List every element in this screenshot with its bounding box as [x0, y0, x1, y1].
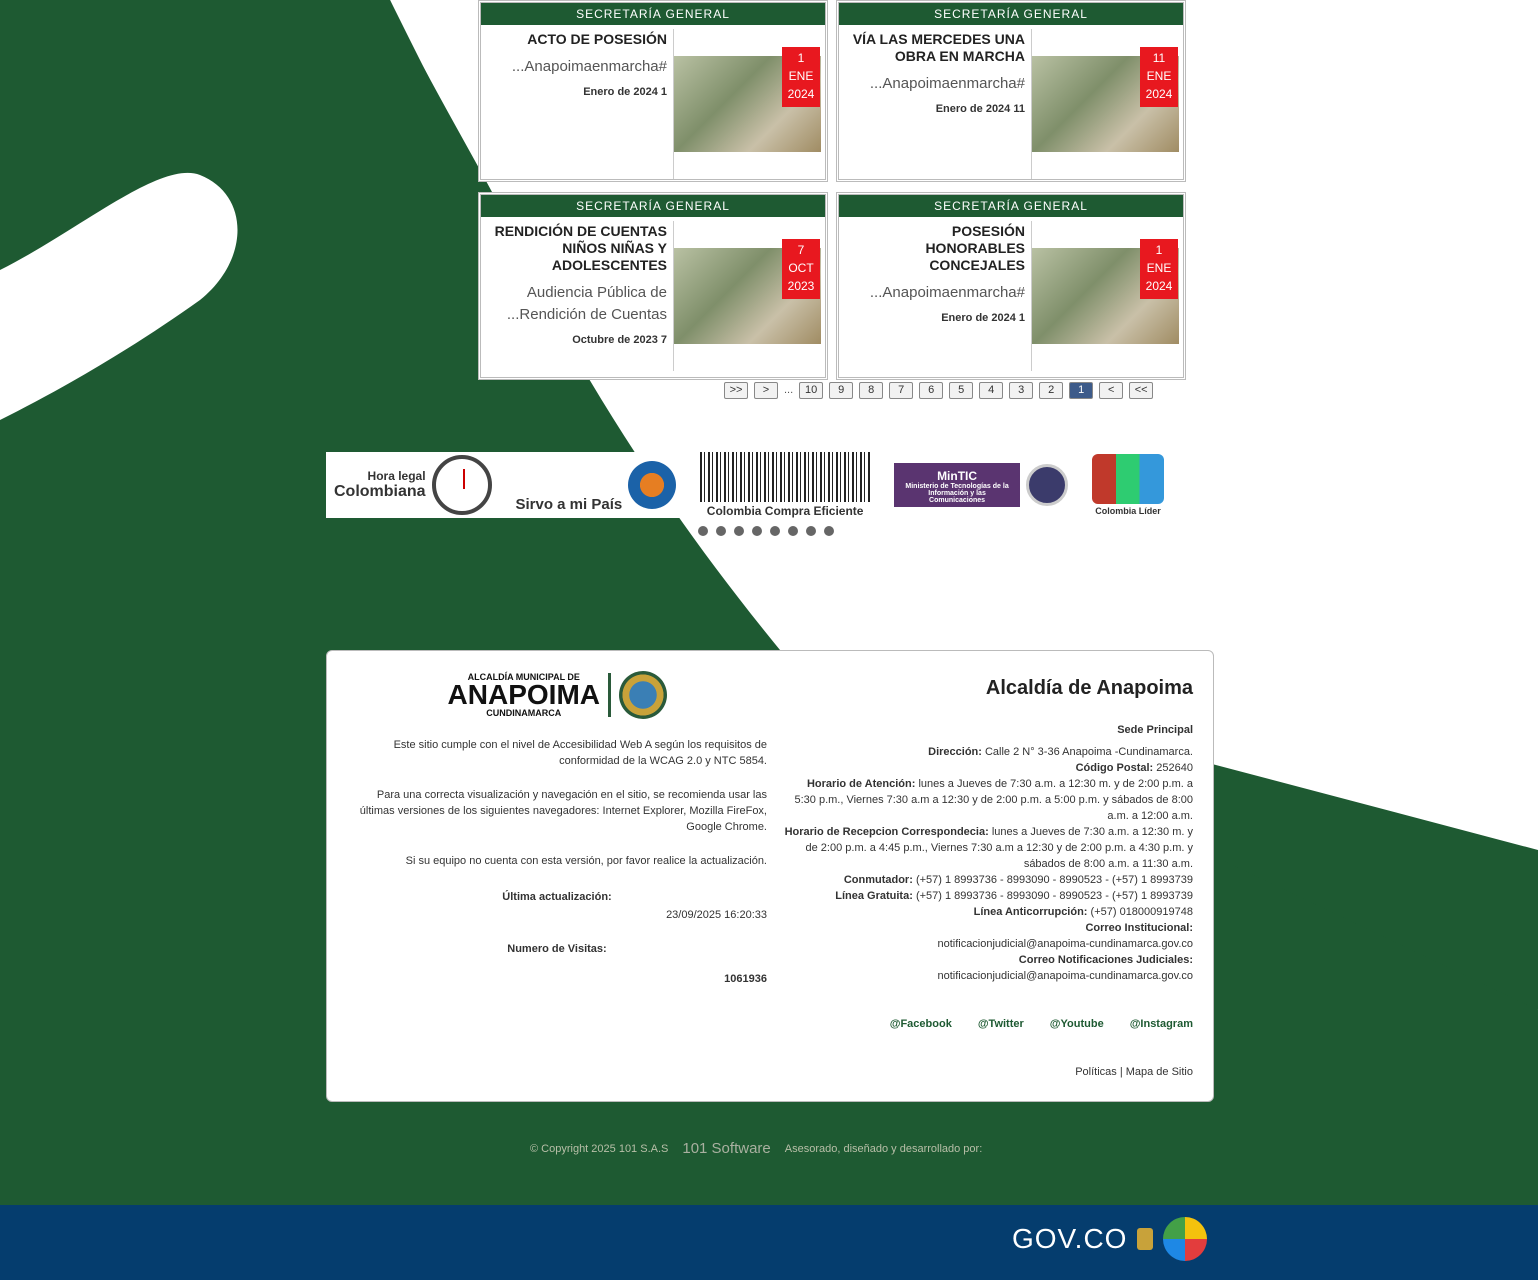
update-text: Si su equipo no cuenta con esta versión,…	[405, 855, 767, 867]
news-card[interactable]: SECRETARÍA GENERAL VÍA LAS MERCEDES UNA …	[836, 0, 1186, 182]
pagination: >> > ... 10 9 8 7 6 5 4 3 2 1 < <<	[724, 382, 1154, 399]
carousel-dots	[698, 526, 834, 536]
policy-links[interactable]: Políticas | Mapa de Sitio	[783, 1066, 1193, 1078]
footer-contact: Alcaldía de Anapoima Sede Principal Dire…	[783, 677, 1193, 1078]
mintic-logo[interactable]: MinTIC Ministerio de Tecnologías de la I…	[894, 463, 1069, 507]
card-category: SECRETARÍA GENERAL	[839, 195, 1183, 217]
visits-label: Numero de Visitas:	[507, 943, 607, 955]
page-prev-button[interactable]: <	[1099, 382, 1124, 399]
card-date: 1 Enero de 2024	[941, 312, 1025, 324]
shield-icon	[1137, 1228, 1154, 1250]
barcode-icon	[700, 452, 871, 502]
hora-legal-logo[interactable]: Hora legal Colombiana	[334, 455, 492, 515]
card-photo[interactable]: 1 ENE 2024	[673, 29, 821, 179]
page-button[interactable]: 7	[889, 382, 914, 399]
mintic-box: MinTIC Ministerio de Tecnologías de la I…	[894, 463, 1021, 507]
page-button[interactable]: 2	[1039, 382, 1064, 399]
carousel-dot[interactable]	[788, 526, 798, 536]
social-links: @Facebook @Twitter @Youtube @Instagram	[783, 1018, 1193, 1030]
gov-logo[interactable]: GOV.CO	[1012, 1217, 1208, 1261]
news-card[interactable]: SECRETARÍA GENERAL ACTO DE POSESIÓN #Ana…	[478, 0, 828, 182]
page-button-current[interactable]: 1	[1069, 382, 1094, 399]
page-button[interactable]: 6	[919, 382, 944, 399]
footer-title: Alcaldía de Anapoima	[985, 677, 1193, 699]
page-last-button[interactable]: >>	[724, 382, 748, 399]
crest-icon	[1026, 464, 1069, 506]
card-category: SECRETARÍA GENERAL	[481, 3, 825, 25]
credits: © Copyright 2025 101 S.A.S 101 Software …	[530, 1140, 983, 1157]
page-button[interactable]: 8	[859, 382, 884, 399]
news-card[interactable]: SECRETARÍA GENERAL RENDICIÓN DE CUENTAS …	[478, 192, 828, 380]
partner-logos: Hora legal Colombiana Sirvo a mi País Co…	[326, 452, 1172, 518]
page-button[interactable]: 3	[1009, 382, 1034, 399]
page-button[interactable]: 5	[949, 382, 974, 399]
page-first-button[interactable]: <<	[1129, 382, 1154, 399]
carousel-dot[interactable]	[770, 526, 780, 536]
footer-info: ALCALDÍA MUNICIPAL DE ANAPOIMA CUNDINAMA…	[347, 671, 767, 985]
visits-value: 1061936	[724, 973, 767, 985]
card-excerpt: #Anapoimaenmarcha...	[511, 58, 667, 75]
footer: Alcaldía de Anapoima Sede Principal Dire…	[326, 650, 1214, 1102]
carousel-dot[interactable]	[752, 526, 762, 536]
anapoima-logo: ALCALDÍA MUNICIPAL DE ANAPOIMA CUNDINAMA…	[347, 671, 767, 719]
card-date: 7 Octubre de 2023	[572, 334, 667, 346]
card-photo[interactable]: 11 ENE 2024	[1031, 29, 1179, 179]
kids-icon	[1091, 454, 1164, 504]
card-photo[interactable]: 7 OCT 2023	[673, 221, 821, 371]
carousel-dot[interactable]	[716, 526, 726, 536]
people-icon	[628, 461, 677, 509]
date-badge: 7 OCT 2023	[782, 239, 820, 299]
card-excerpt: Audiencia Pública de Rendición de Cuenta…	[506, 284, 667, 323]
co-icon	[1163, 1217, 1208, 1261]
seal-icon	[619, 671, 667, 719]
card-date: 11 Enero de 2024	[935, 103, 1025, 115]
sirvo-logo[interactable]: Sirvo a mi País	[515, 458, 677, 513]
card-title[interactable]: ACTO DE POSESIÓN	[491, 31, 667, 48]
carousel-dot[interactable]	[806, 526, 816, 536]
email-link[interactable]: notificacionjudicial@anapoima-cundinamar…	[783, 968, 1193, 984]
card-title[interactable]: VÍA LAS MERCEDES UNA OBRA EN MARCHA	[849, 31, 1025, 65]
carousel-dot[interactable]	[734, 526, 744, 536]
card-category: SECRETARÍA GENERAL	[481, 195, 825, 217]
instagram-link[interactable]: @Instagram	[1130, 1018, 1193, 1030]
date-badge: 1 ENE 2024	[1140, 239, 1178, 299]
carousel-dot[interactable]	[698, 526, 708, 536]
last-update-label: Última actualización:	[502, 891, 612, 903]
date-badge: 11 ENE 2024	[1140, 47, 1178, 107]
page-ellipsis: ...	[784, 384, 794, 396]
clock-icon	[431, 455, 492, 515]
card-category: SECRETARÍA GENERAL	[839, 3, 1183, 25]
colombia-compra-logo[interactable]: Colombia Compra Eficiente	[700, 452, 871, 518]
kids-logo[interactable]: Colombia Líder	[1091, 454, 1164, 516]
card-excerpt: #Anapoimaenmarcha...	[869, 284, 1025, 301]
accessibility-text: Este sitio cumple con el nivel de Accesi…	[393, 739, 767, 767]
facebook-link[interactable]: @Facebook	[890, 1018, 952, 1030]
page-button[interactable]: 4	[979, 382, 1004, 399]
youtube-link[interactable]: @Youtube	[1050, 1018, 1104, 1030]
twitter-link[interactable]: @Twitter	[978, 1018, 1024, 1030]
news-card[interactable]: SECRETARÍA GENERAL POSESIÓN HONORABLES C…	[836, 192, 1186, 380]
page-next-button[interactable]: >	[754, 382, 778, 399]
card-title[interactable]: POSESIÓN HONORABLES CONCEJALES	[849, 223, 1025, 274]
gov-text: GOV.CO	[1012, 1223, 1128, 1254]
page-button[interactable]: 10	[799, 382, 824, 399]
page-button[interactable]: 9	[829, 382, 854, 399]
email-link[interactable]: notificacionjudicial@anapoima-cundinamar…	[783, 936, 1193, 952]
card-photo[interactable]: 1 ENE 2024	[1031, 221, 1179, 371]
date-badge: 1 ENE 2024	[782, 47, 820, 107]
software-brand[interactable]: 101 Software	[682, 1141, 770, 1156]
card-date: 1 Enero de 2024	[583, 86, 667, 98]
gov-bar: GOV.CO	[0, 1205, 1538, 1280]
browsers-text: Para una correcta visualización y navega…	[359, 789, 767, 833]
last-update-value: 23/09/2025 16:20:33	[666, 909, 767, 921]
carousel-dot[interactable]	[824, 526, 834, 536]
card-excerpt: #Anapoimaenmarcha...	[869, 75, 1025, 92]
footer-sede: Sede Principal	[1117, 724, 1193, 736]
card-title[interactable]: RENDICIÓN DE CUENTAS NIÑOS NIÑAS Y ADOLE…	[491, 223, 667, 274]
